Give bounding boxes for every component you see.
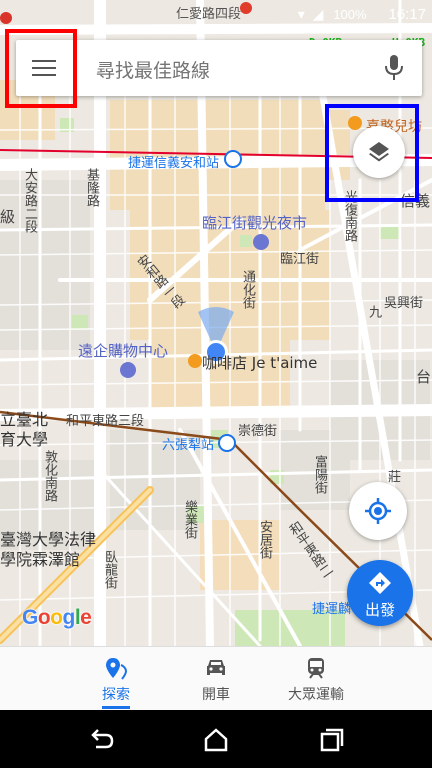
status-bar: ▾ ◢ 100% 16:17: [0, 0, 432, 30]
street-label: 安居街: [257, 520, 272, 559]
street-label: 和平東路三段: [66, 414, 145, 429]
back-icon: [91, 729, 114, 749]
district-label: 莊: [388, 470, 402, 485]
metro-station-label[interactable]: 捷運麟: [312, 598, 351, 617]
battery-level: 100%: [333, 7, 367, 22]
google-logo: Google: [22, 606, 92, 629]
street-label: 敦化南路: [42, 450, 57, 502]
night-market-label[interactable]: 臨江街觀光夜市: [202, 212, 307, 233]
status-indicators: ▾ ◢ 100% 16:17: [298, 6, 426, 23]
directions-button[interactable]: 出發: [347, 560, 413, 626]
crosshair-icon: [365, 498, 391, 524]
street-label: 崇德街: [238, 424, 278, 439]
highlight-box-layers: [325, 104, 419, 202]
transit-icon: [308, 658, 324, 679]
restaurant-icon[interactable]: [188, 354, 202, 368]
street-label: 臥龍街: [102, 550, 117, 589]
app-notification-icon: [0, 12, 12, 24]
street-label: 九: [366, 305, 381, 318]
street-label: 富陽街: [312, 455, 327, 494]
metro-station-label[interactable]: 六張犁站: [162, 434, 214, 453]
street-label: 臨江街: [280, 252, 320, 267]
mall-label[interactable]: 遠企購物中心: [78, 340, 168, 361]
mic-icon: [385, 55, 403, 80]
street-label: 基隆路: [84, 168, 99, 207]
my-location-button[interactable]: [349, 482, 407, 540]
shopping-bag-icon[interactable]: [120, 362, 136, 378]
directions-icon: [369, 572, 391, 594]
search-input[interactable]: 尋找最佳路線: [96, 56, 210, 83]
street-label: 樂業街: [182, 500, 197, 539]
restaurant-label[interactable]: 咖啡店 Je t'aime: [202, 352, 317, 373]
active-tab-indicator: [102, 706, 130, 709]
recent-apps-icon: [320, 728, 344, 752]
home-button[interactable]: [199, 723, 233, 757]
clock: 16:17: [388, 6, 426, 23]
directions-label: 出發: [364, 601, 395, 619]
bottom-navigation: 探索 開車 大眾運輸: [0, 646, 432, 711]
system-navigation-bar: [0, 710, 432, 768]
district-label: 級: [0, 208, 16, 226]
street-label: 通化街: [240, 270, 255, 309]
street-label: 吳興街: [384, 296, 424, 311]
street-label: 大安路二段: [22, 168, 37, 233]
home-icon: [204, 728, 228, 752]
signal-icon: ◢: [312, 6, 324, 22]
station-marker-icon[interactable]: [224, 150, 242, 168]
voice-search-button[interactable]: [366, 40, 422, 96]
district-label: 台: [416, 368, 432, 386]
tab-transit[interactable]: 大眾運輸: [244, 647, 388, 711]
highlight-box-menu: [5, 29, 77, 108]
campus-label[interactable]: 育大學: [0, 426, 48, 450]
recent-apps-button[interactable]: [314, 723, 348, 757]
tab-label: 大眾運輸: [288, 687, 344, 703]
explore-pin-icon: [106, 658, 127, 680]
metro-station-label[interactable]: 捷運信義安和站: [128, 152, 219, 171]
car-icon: [207, 660, 225, 675]
station-marker-icon[interactable]: [218, 434, 236, 452]
campus-label[interactable]: 學院霖澤館: [0, 546, 80, 570]
wifi-icon: ▾: [297, 6, 305, 22]
shopping-bag-icon[interactable]: [253, 234, 269, 250]
back-button[interactable]: [84, 723, 118, 757]
